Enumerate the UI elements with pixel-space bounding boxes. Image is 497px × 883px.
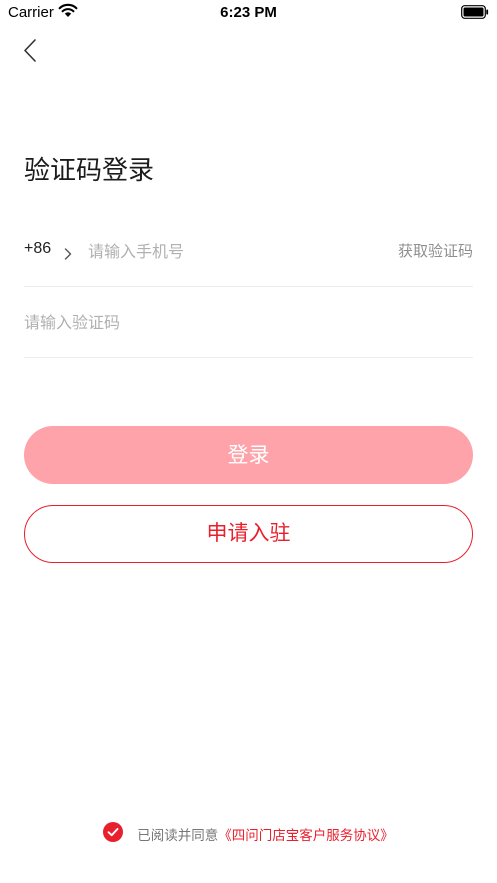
battery-icon [461,5,489,24]
agreement-prefix: 已阅读并同意 [137,828,219,844]
clock-time: 6:23 PM [220,4,277,21]
phone-input[interactable] [88,236,378,266]
verification-code-input[interactable] [24,307,444,337]
apply-button[interactable]: 申请入驻 [24,505,473,563]
status-bar: Carrier 6:23 PM [0,0,497,26]
login-button[interactable]: 登录 [24,426,473,484]
get-code-button[interactable]: 获取验证码 [398,240,473,261]
page-title: 验证码登录 [24,156,155,186]
agreement: 已阅读并同意《四问门店宝客户服务协议》 [0,822,497,846]
phone-row: +86 获取验证码 [24,216,473,287]
chevron-right-icon[interactable] [64,245,72,264]
country-code-selector[interactable]: +86 [24,240,51,258]
back-arrow-icon [24,39,36,62]
back-button[interactable] [22,38,42,64]
check-circle-icon[interactable] [103,822,124,846]
code-row [24,287,473,358]
agreement-link[interactable]: 《四问门店宝客户服务协议》 [218,828,394,844]
